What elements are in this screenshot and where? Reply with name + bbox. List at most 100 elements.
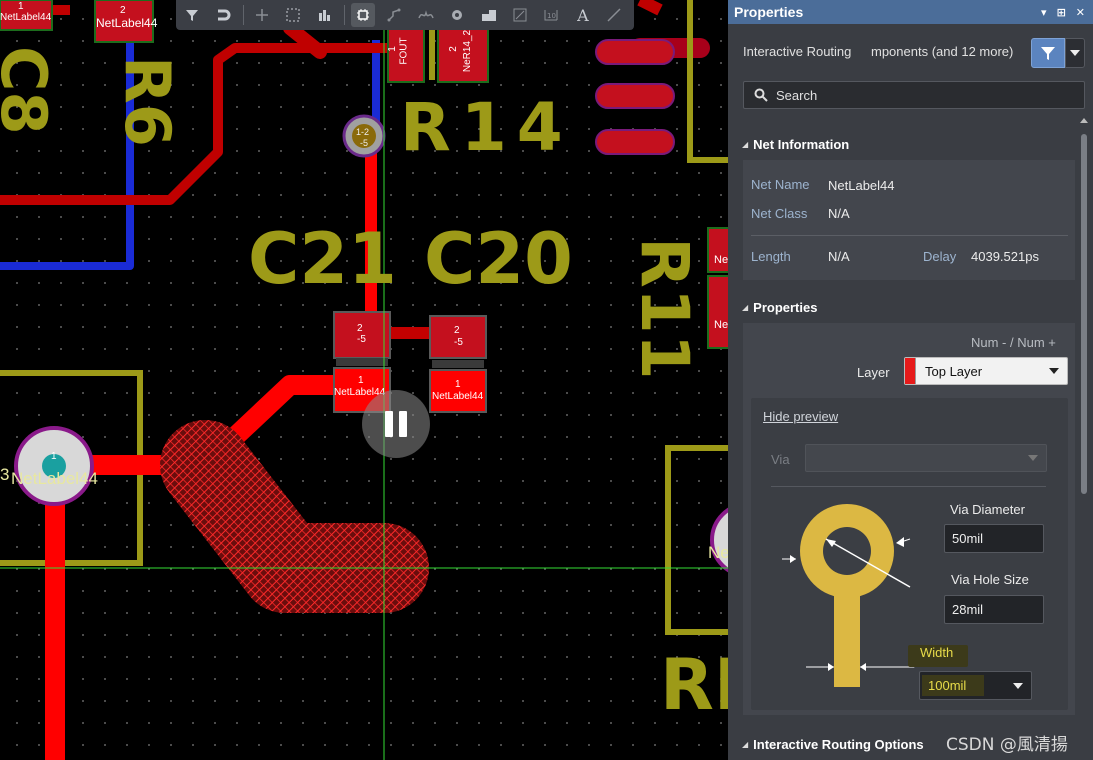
- collapse-triangle-icon: ◢: [742, 740, 749, 749]
- pad-right-partial-2: [707, 275, 728, 349]
- pad-label-num: 1: [358, 375, 364, 386]
- designator-c8: C8: [0, 46, 60, 135]
- pad-label-num: 2: [357, 323, 363, 334]
- pause-icon: [385, 411, 393, 437]
- toolbar-separator: [344, 5, 346, 25]
- silk-outline-right-top: [687, 0, 728, 163]
- pad-right-1: [595, 39, 675, 65]
- panel-scroll-thumb[interactable]: [1081, 134, 1087, 494]
- collapse-triangle-icon: ◢: [742, 140, 749, 149]
- track-right-top: [637, 0, 663, 16]
- panel-title: Properties: [734, 4, 804, 20]
- watermark: CSDN @風清揚: [946, 735, 1068, 755]
- length-value: N/A: [828, 249, 850, 264]
- pad-label-net: NeR14_2: [462, 29, 474, 73]
- dimension-icon[interactable]: 10: [540, 3, 563, 27]
- net-name-value: NetLabel44: [828, 178, 895, 193]
- select-rect-icon[interactable]: [281, 3, 304, 27]
- pad-label-prefix: 3: [0, 465, 10, 484]
- pad-label-net: -5: [357, 334, 366, 345]
- text-icon[interactable]: A: [571, 3, 594, 27]
- pad-label-net: Ne: [714, 254, 728, 266]
- via-label: 1-2: [356, 127, 370, 137]
- section-title: Net Information: [753, 137, 850, 152]
- preview-divider: [771, 486, 1046, 487]
- delay-value: 4039.521ps: [971, 249, 1039, 264]
- width-label: Width: [920, 645, 954, 660]
- filter-icon[interactable]: [180, 3, 203, 27]
- routing-options-header[interactable]: ◢ Interactive Routing Options: [742, 737, 924, 752]
- hide-preview-link[interactable]: Hide preview: [763, 409, 838, 424]
- filter-dropdown-button[interactable]: [1065, 38, 1085, 68]
- via-label: -5: [360, 138, 369, 148]
- panel-pin-icon[interactable]: ⊞: [1057, 6, 1066, 19]
- bar-chart-icon[interactable]: [313, 3, 336, 27]
- pad-label-net: NetLabel44: [0, 12, 52, 23]
- layer-label: Layer: [857, 365, 890, 380]
- net-class-label: Net Class: [751, 206, 808, 221]
- via-icon[interactable]: [445, 3, 468, 27]
- polygon-icon[interactable]: [477, 3, 500, 27]
- delay-label: Delay: [923, 249, 957, 264]
- designator-partial: RI: [660, 644, 728, 726]
- designator-r11: R11: [626, 237, 703, 380]
- net-class-value: N/A: [828, 206, 850, 221]
- via-select[interactable]: [805, 444, 1047, 472]
- section-title: Interactive Routing Options: [753, 737, 924, 752]
- pad-label-net: -5: [454, 337, 463, 348]
- net-information-header[interactable]: ◢ Net Information: [742, 137, 849, 152]
- via-hole-size-input[interactable]: 28mil: [944, 595, 1044, 624]
- diff-pair-icon[interactable]: [414, 3, 437, 27]
- properties-panel: Properties ▾ ⊞ ✕ Interactive Routing mpo…: [728, 0, 1093, 760]
- num-nav-label[interactable]: Num - / Num +: [971, 335, 1056, 350]
- width-select[interactable]: 100mil: [919, 671, 1032, 700]
- designator-c21: C21: [248, 218, 397, 300]
- pad-label-net: NetLabel44: [11, 469, 98, 488]
- width-value: 100mil: [928, 678, 967, 693]
- region-icon[interactable]: [508, 3, 531, 27]
- designator-r6: R6: [111, 56, 184, 147]
- pad-label-net: FOUT: [398, 37, 410, 65]
- pad-right-3: [595, 129, 675, 155]
- collapse-triangle-icon: ◢: [742, 303, 749, 312]
- panel-close-icon[interactable]: ✕: [1076, 6, 1085, 19]
- silk-strip: [429, 26, 435, 80]
- pcb-board-graphics: [0, 0, 728, 760]
- net-name-label: Net Name: [751, 177, 810, 192]
- panel-mode-label: Interactive Routing: [743, 44, 852, 59]
- panel-menu-icon[interactable]: ▾: [1041, 6, 1047, 19]
- net-info-divider: [751, 235, 1068, 236]
- properties-section-header[interactable]: ◢ Properties: [742, 300, 817, 315]
- component-icon[interactable]: [351, 3, 375, 27]
- chevron-down-icon: [1013, 682, 1023, 689]
- magnet-icon[interactable]: [211, 3, 234, 27]
- pause-icon-bar: [399, 411, 407, 437]
- pad-label-net: Ne: [708, 543, 728, 562]
- svg-text:10: 10: [547, 12, 556, 20]
- pad-label-num: 1: [455, 379, 461, 390]
- search-input[interactable]: Search: [743, 81, 1085, 109]
- plus-icon[interactable]: [250, 3, 273, 27]
- via-diameter-label: Via Diameter: [950, 502, 1025, 517]
- line-icon[interactable]: [603, 3, 626, 27]
- filter-button[interactable]: [1031, 38, 1065, 68]
- pad-label-net: Ne: [714, 319, 728, 331]
- panel-scroll-up-icon[interactable]: [1080, 118, 1088, 123]
- pad-label-num: 1: [51, 451, 57, 462]
- pad-right-2: [595, 83, 675, 109]
- layer-value: Top Layer: [925, 363, 983, 379]
- via-diameter-input[interactable]: 50mil: [944, 524, 1044, 553]
- pad-label-net: NetLabel44: [96, 16, 158, 30]
- pcb-canvas[interactable]: C8 R6 R14 C21 C20 R11 RI 1 NetLabel44 2 …: [0, 0, 728, 760]
- pause-button[interactable]: [362, 390, 430, 458]
- chevron-down-icon: [1028, 455, 1038, 461]
- layer-select[interactable]: Top Layer: [904, 357, 1068, 385]
- chevron-down-icon: [1070, 50, 1080, 56]
- search-icon: [754, 88, 768, 102]
- pad-label-num: 1: [386, 46, 398, 52]
- chevron-down-icon: [1049, 368, 1059, 374]
- route-icon[interactable]: [383, 3, 406, 27]
- via-preview-stem: [834, 587, 860, 687]
- via-hole-size-label: Via Hole Size: [951, 572, 1029, 587]
- routing-preview-crosshatch: [160, 420, 429, 613]
